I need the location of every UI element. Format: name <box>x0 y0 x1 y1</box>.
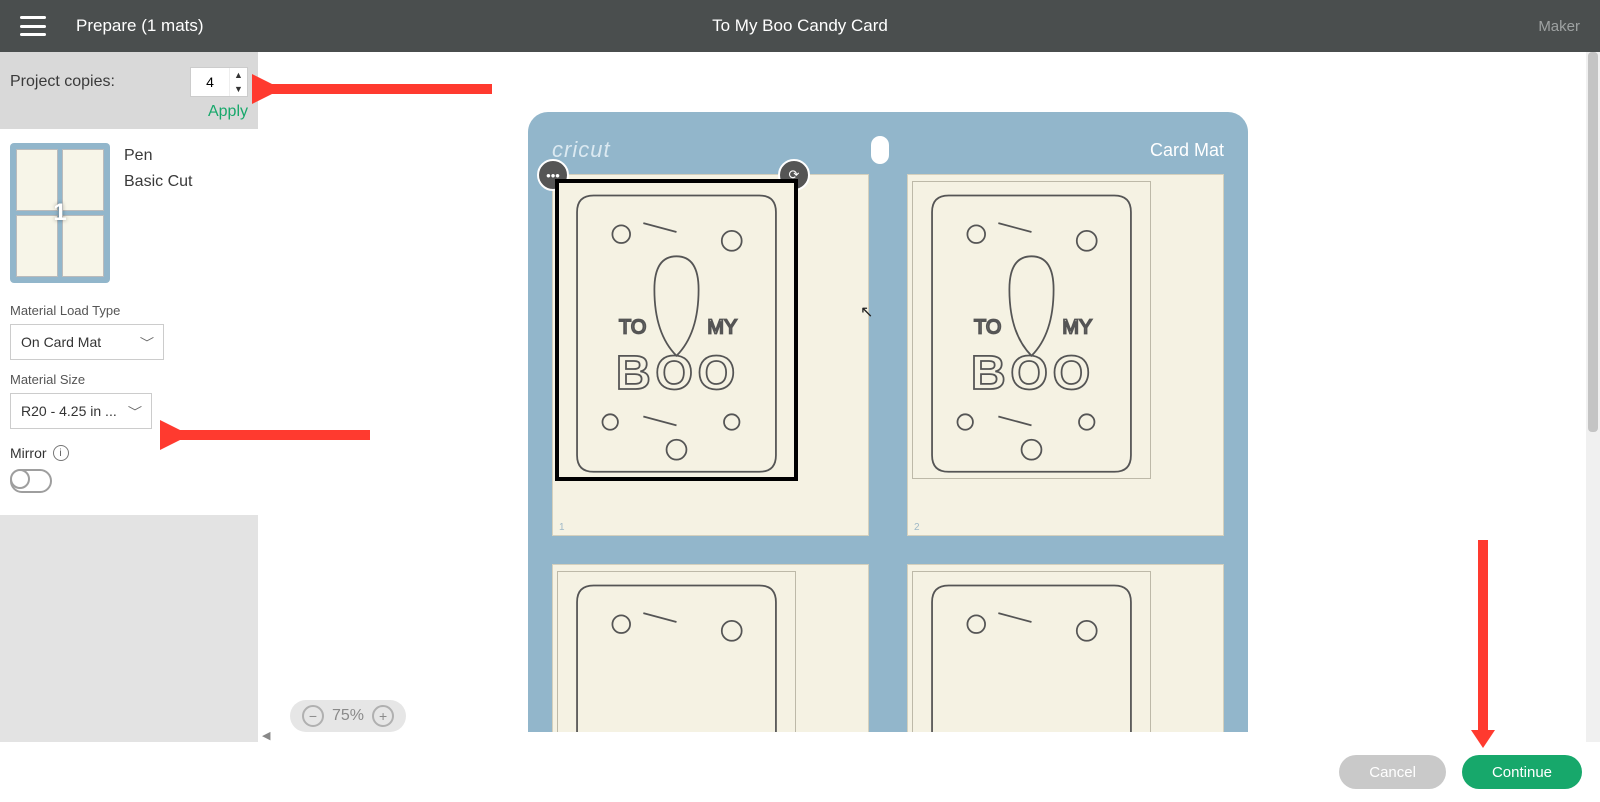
zoom-value: 75% <box>332 707 364 725</box>
mat-row: 1 Pen Basic Cut <box>0 129 258 297</box>
apply-button[interactable]: Apply <box>10 103 248 121</box>
material-size-label: Material Size <box>0 366 258 391</box>
prepare-title: Prepare (1 mats) <box>76 16 204 36</box>
chevron-down-icon: ﹀ <box>140 334 154 351</box>
card-design <box>566 580 787 732</box>
card-face-3[interactable] <box>557 571 796 732</box>
canvas-area: cricut Card Mat ••• ⟳ <box>258 52 1600 742</box>
slot-number-2: 2 <box>914 522 920 533</box>
card-face-1[interactable]: TO MY BOO <box>557 181 796 479</box>
material-load-value: On Card Mat <box>21 334 101 350</box>
scroll-left-icon[interactable]: ◀ <box>262 729 270 742</box>
material-size-value: R20 - 4.25 in ... <box>21 403 117 419</box>
mat-thumbnail[interactable]: 1 <box>10 143 110 283</box>
footer: Cancel Continue <box>0 742 1600 802</box>
device-label: Maker <box>1538 18 1580 35</box>
mat-handle-icon <box>871 136 889 164</box>
svg-text:BOO: BOO <box>971 346 1095 400</box>
card-face-2[interactable]: TO MY BOO <box>912 181 1151 479</box>
card-design: TO MY BOO <box>921 190 1142 477</box>
card-face-4[interactable] <box>912 571 1151 732</box>
card-design <box>921 580 1142 732</box>
copies-increment-icon[interactable]: ▲ <box>230 68 247 82</box>
svg-text:TO: TO <box>974 317 1001 339</box>
zoom-out-icon[interactable]: − <box>302 705 324 727</box>
slot-number-1: 1 <box>559 522 565 533</box>
cancel-button[interactable]: Cancel <box>1339 755 1446 789</box>
project-title: To My Boo Candy Card <box>712 16 888 36</box>
mirror-label: Mirror <box>10 445 47 461</box>
vertical-scrollbar[interactable] <box>1586 52 1600 742</box>
svg-text:BOO: BOO <box>616 346 740 400</box>
mat-viewport: cricut Card Mat ••• ⟳ <box>528 112 1258 732</box>
material-load-dropdown[interactable]: On Card Mat ﹀ <box>10 324 164 360</box>
material-load-label: Material Load Type <box>0 297 258 322</box>
project-copies-label: Project copies: <box>10 73 115 91</box>
mat-operation-cut: Basic Cut <box>124 169 192 195</box>
card-slot-4[interactable] <box>907 564 1224 732</box>
card-design: TO MY BOO <box>566 190 787 477</box>
mat-title: Card Mat <box>1150 140 1224 161</box>
sidebar-empty-panel <box>0 515 258 742</box>
horizontal-scrollbar[interactable]: ◀ ▶ <box>258 728 1600 742</box>
project-copies-input[interactable] <box>191 68 229 96</box>
copies-decrement-icon[interactable]: ▼ <box>230 82 247 96</box>
card-slot-2[interactable]: TO MY BOO 2 <box>907 174 1224 536</box>
zoom-in-icon[interactable]: + <box>372 705 394 727</box>
continue-button[interactable]: Continue <box>1462 755 1582 789</box>
app-header: Prepare (1 mats) To My Boo Candy Card Ma… <box>0 0 1600 52</box>
svg-text:MY: MY <box>707 317 737 339</box>
mat-board[interactable]: cricut Card Mat ••• ⟳ <box>528 112 1248 732</box>
svg-text:MY: MY <box>1062 317 1092 339</box>
mirror-toggle[interactable] <box>10 469 52 493</box>
svg-text:TO: TO <box>619 317 646 339</box>
chevron-down-icon: ﹀ <box>128 403 142 420</box>
mat-operation-pen: Pen <box>124 143 192 169</box>
card-slot-3[interactable] <box>552 564 869 732</box>
sidebar: Project copies: ▲ ▼ Apply 1 Pen Basic Cu… <box>0 52 258 742</box>
scrollbar-thumb[interactable] <box>1588 52 1598 432</box>
mat-number: 1 <box>53 199 66 227</box>
menu-icon[interactable] <box>20 16 46 36</box>
brand-label: cricut <box>552 137 611 163</box>
card-slot-1[interactable]: ••• ⟳ TO MY BOO <box>552 174 869 536</box>
project-copies-stepper[interactable]: ▲ ▼ <box>190 67 248 97</box>
info-icon[interactable]: i <box>53 445 69 461</box>
project-copies-block: Project copies: ▲ ▼ Apply <box>0 52 258 129</box>
material-size-dropdown[interactable]: R20 - 4.25 in ... ﹀ <box>10 393 152 429</box>
